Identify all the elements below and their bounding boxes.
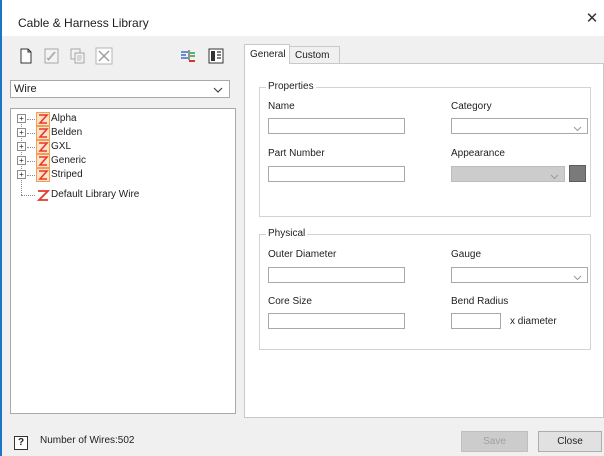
filter-icon[interactable] [178,46,198,66]
new-document-icon[interactable] [16,46,36,66]
category-label: Category [451,101,492,112]
tree-item-label: Striped [51,169,83,180]
expand-icon[interactable]: + [17,114,26,123]
library-view-icon[interactable] [206,46,226,66]
tree-item[interactable]: + Alpha [11,112,231,126]
copy-icon[interactable] [68,46,88,66]
appearance-label: Appearance [451,148,505,159]
category-select[interactable] [451,118,588,134]
expand-icon[interactable]: + [17,156,26,165]
chevron-down-icon [550,171,559,183]
chevron-down-icon [213,85,223,97]
tab-strip: General Custom [244,44,604,64]
edit-icon[interactable] [42,46,62,66]
expand-icon[interactable]: + [17,142,26,151]
library-browser-panel: Wire + Alpha + Belden + GXL + Generic + … [2,36,240,456]
help-button[interactable]: ? [14,436,28,450]
save-button[interactable]: Save [461,431,528,452]
tree-item-label: GXL [51,141,72,152]
window-title: Cable & Harness Library [18,16,149,30]
tree-item[interactable]: Default Library Wire [11,188,231,202]
outer-diameter-label: Outer Diameter [268,249,337,260]
outer-diameter-field[interactable] [268,267,405,283]
chevron-down-icon [573,272,582,284]
expand-icon[interactable]: + [17,128,26,137]
bend-radius-field[interactable] [451,313,501,329]
bend-radius-unit: x diameter [510,316,557,327]
physical-group-title: Physical [266,228,308,239]
tree-item-label: Generic [51,155,87,166]
wire-library-tree[interactable]: + Alpha + Belden + GXL + Generic + Strip… [10,108,236,414]
tree-item-label: Belden [51,127,83,138]
name-label: Name [268,101,295,112]
properties-panel: General Custom Properties Name Category … [240,36,604,456]
appearance-select [451,166,565,182]
bend-radius-label: Bend Radius [451,296,509,307]
part-number-field[interactable] [268,166,405,182]
library-toolbar [16,46,236,70]
gauge-select[interactable] [451,267,588,283]
general-tab-content: Properties Name Category Part Number App… [244,63,604,418]
tree-item[interactable]: + Belden [11,126,231,140]
appearance-color-swatch[interactable] [569,165,586,182]
tab-general[interactable]: General [244,44,290,64]
wire-icon [36,188,51,205]
tree-item[interactable]: + GXL [11,140,231,154]
wire-folder-icon [36,168,50,185]
core-size-label: Core Size [268,296,312,307]
library-type-value: Wire [14,83,37,95]
tree-item[interactable]: + Striped [11,168,231,182]
close-button[interactable]: Close [538,431,602,452]
delete-icon[interactable] [94,46,114,66]
tab-custom[interactable]: Custom [290,46,340,63]
name-field[interactable] [268,118,405,134]
properties-group: Properties Name Category Part Number App… [259,81,591,217]
title-bar: Cable & Harness Library ✕ [2,0,604,36]
part-number-label: Part Number [268,148,325,159]
library-type-select[interactable]: Wire [10,80,230,98]
physical-group: Physical Outer Diameter Gauge Core Size … [259,228,591,350]
close-icon[interactable]: ✕ [584,11,600,27]
expand-icon[interactable]: + [17,170,26,179]
tree-item-label: Alpha [51,113,77,124]
core-size-field[interactable] [268,313,405,329]
properties-group-title: Properties [266,81,316,92]
chevron-down-icon [573,123,582,135]
tree-item[interactable]: + Generic [11,154,231,168]
gauge-label: Gauge [451,249,482,260]
tree-item-label: Default Library Wire [51,189,140,200]
wire-count-status: Number of Wires:502 [40,435,135,446]
